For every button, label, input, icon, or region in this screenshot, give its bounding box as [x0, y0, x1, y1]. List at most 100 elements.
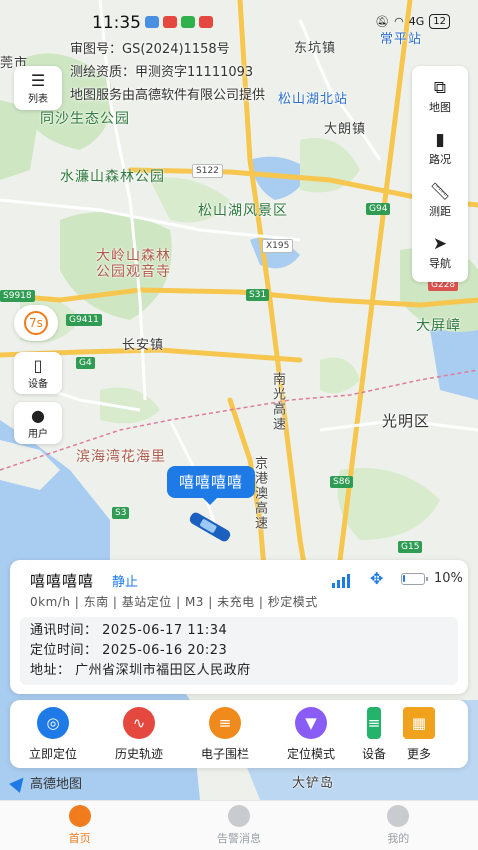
user-label: 用户: [28, 428, 48, 440]
motion-status: 静止: [112, 575, 139, 590]
battery-percent: 10%: [434, 571, 463, 586]
map-label: 同沙生态公园: [40, 111, 130, 127]
location-time: 定位时间： 2025-06-16 20:23: [30, 643, 228, 658]
vehicle-marker-label[interactable]: 嘻嘻嘻嘻: [167, 466, 256, 505]
user-button[interactable]: ● 用户: [14, 402, 62, 444]
tab-mine[interactable]: 我的: [319, 801, 478, 850]
device-detail-line: 0km/h | 东南 | 基站定位 | M3 | 未充电 | 秒定模式: [30, 595, 318, 609]
device-action-icon: ≡: [367, 706, 381, 739]
device-action-button[interactable]: ≡ 设备: [354, 706, 394, 762]
tab-alerts[interactable]: 告警消息: [159, 801, 318, 850]
wifi-icon: ◠: [394, 15, 404, 28]
map-label: 南光高速: [270, 372, 285, 432]
road-shield: G4: [76, 357, 95, 369]
app-notification-icon: [181, 16, 195, 28]
geofence-button[interactable]: ≡ 电子围栏: [182, 706, 268, 762]
grid-icon: ▦: [403, 706, 435, 739]
navigate-label: 导航: [429, 257, 451, 270]
status-bar: 11:35 🔕︎ ◠ 4G 12: [0, 0, 478, 40]
gaode-arrow-icon: [9, 772, 29, 793]
approval-survey: 测绘资质：甲测资字11111093: [70, 65, 254, 80]
action-label: 电子围栏: [200, 746, 249, 761]
navigate-button[interactable]: ➤ 导航: [412, 226, 468, 278]
map-approval-info: 审图号：GS(2024)1158号 测绘资质：甲测资字11111093 地图服务…: [70, 38, 265, 107]
road-shield: G15: [398, 541, 423, 553]
road-shield: S31: [246, 289, 270, 301]
traffic-button[interactable]: ▮ 路况: [412, 122, 468, 174]
list-label: 列表: [28, 93, 48, 105]
tab-home[interactable]: 首页: [0, 801, 159, 850]
map-label: 大屏嶂: [416, 318, 461, 334]
signal-strength-icon: [332, 572, 350, 588]
location-mode-button[interactable]: ▼ 定位模式: [268, 706, 354, 762]
track-icon: ∿: [123, 706, 155, 739]
tab-label: 首页: [68, 832, 91, 845]
more-button[interactable]: ▦ 更多: [394, 706, 444, 762]
home-pin-icon: [68, 805, 91, 827]
app-notification-icon: [145, 16, 159, 28]
system-indicators: 🔕︎ ◠ 4G 12: [375, 14, 450, 29]
list-button[interactable]: ☰ 列表: [14, 66, 62, 110]
road-shield: G9411: [66, 314, 102, 326]
traffic-label: 路况: [429, 153, 451, 166]
list-icon: ☰: [30, 70, 46, 90]
road-shield: S86: [330, 476, 354, 488]
comm-time: 通讯时间： 2025-06-17 11:34: [30, 623, 228, 638]
measure-label: 测距: [429, 205, 451, 218]
device-button[interactable]: ▯ 设备: [14, 352, 62, 394]
map-layer-label: 地图: [429, 101, 451, 114]
map-label: 水濂山森林公园: [60, 169, 165, 185]
map-label: 滨海湾花海里: [76, 449, 166, 465]
satellite-icon: ✥: [370, 569, 384, 588]
map-provider-name: 高德地图: [30, 777, 83, 792]
road-shield: S9918: [0, 290, 35, 302]
ruler-icon: 📏︎: [429, 182, 451, 202]
device-times-panel: 通讯时间： 2025-06-17 11:34 定位时间： 2025-06-16 …: [20, 617, 458, 685]
map-label: 长安镇: [122, 338, 165, 353]
map-label: 大岭山森林公园观音寺: [96, 248, 171, 280]
user-icon: ●: [31, 405, 45, 425]
action-label: 定位模式: [286, 746, 335, 761]
battery-indicator: 12: [429, 14, 450, 29]
map-layer-button[interactable]: ⧉ 地图: [412, 70, 468, 122]
refresh-timer-button[interactable]: 7s: [14, 305, 58, 341]
network-label: 4G: [408, 15, 425, 28]
locate-icon: ◎: [37, 706, 69, 739]
battery-icon: [401, 573, 428, 585]
profile-icon: [387, 805, 410, 827]
tab-label: 告警消息: [216, 832, 261, 845]
navigate-arrow-icon: ➤: [432, 234, 448, 254]
road-shield: S122: [192, 164, 223, 178]
action-label: 历史轨迹: [114, 746, 163, 761]
device-icon: ▯: [33, 355, 43, 375]
traffic-light-icon: ▮: [435, 130, 445, 150]
bottom-tab-bar: 首页 告警消息 我的: [0, 800, 478, 850]
road-shield: G94: [366, 203, 391, 215]
layers-icon: ⧉: [433, 78, 447, 98]
action-label: 设备: [361, 746, 386, 761]
fence-icon: ≡: [209, 706, 241, 739]
road-shield: X195: [262, 239, 294, 253]
history-track-button[interactable]: ∿ 历史轨迹: [96, 706, 182, 762]
map-label: 光明区: [382, 412, 431, 430]
approval-review-no: 审图号：GS(2024)1158号: [70, 42, 230, 57]
locate-now-button[interactable]: ◎ 立即定位: [10, 706, 96, 762]
map-tools-panel: ⧉ 地图 ▮ 路况 📏︎ 测距 ➤ 导航: [412, 66, 468, 282]
road-shield: S3: [112, 507, 130, 519]
alert-bell-icon: [227, 805, 250, 827]
map-label: 大铲岛: [292, 776, 335, 791]
address: 地址： 广州省深圳市福田区人民政府: [30, 663, 251, 678]
action-label: 更多: [406, 746, 431, 761]
device-name: 嘻嘻嘻嘻: [30, 572, 95, 590]
location-pin-icon: ▼: [295, 706, 327, 739]
device-label: 设备: [28, 378, 48, 390]
map-label: 大朗镇: [324, 122, 367, 137]
device-info-card[interactable]: 嘻嘻嘻嘻 静止 ✥ 10% 0km/h | 东南 | 基站定位 | M3 | 未…: [10, 560, 468, 694]
map-label: 松山湖风景区: [198, 203, 288, 219]
mute-icon: 🔕︎: [375, 15, 390, 28]
clock: 11:35: [92, 13, 141, 33]
map-label: 松山湖北站: [278, 92, 349, 107]
action-bar: ◎ 立即定位 ∿ 历史轨迹 ≡ 电子围栏 ▼ 定位模式 ≡ 设备 ▦ 更多: [10, 700, 468, 768]
measure-button[interactable]: 📏︎ 测距: [412, 174, 468, 226]
approval-provider: 地图服务由高德软件有限公司提供: [70, 88, 266, 103]
